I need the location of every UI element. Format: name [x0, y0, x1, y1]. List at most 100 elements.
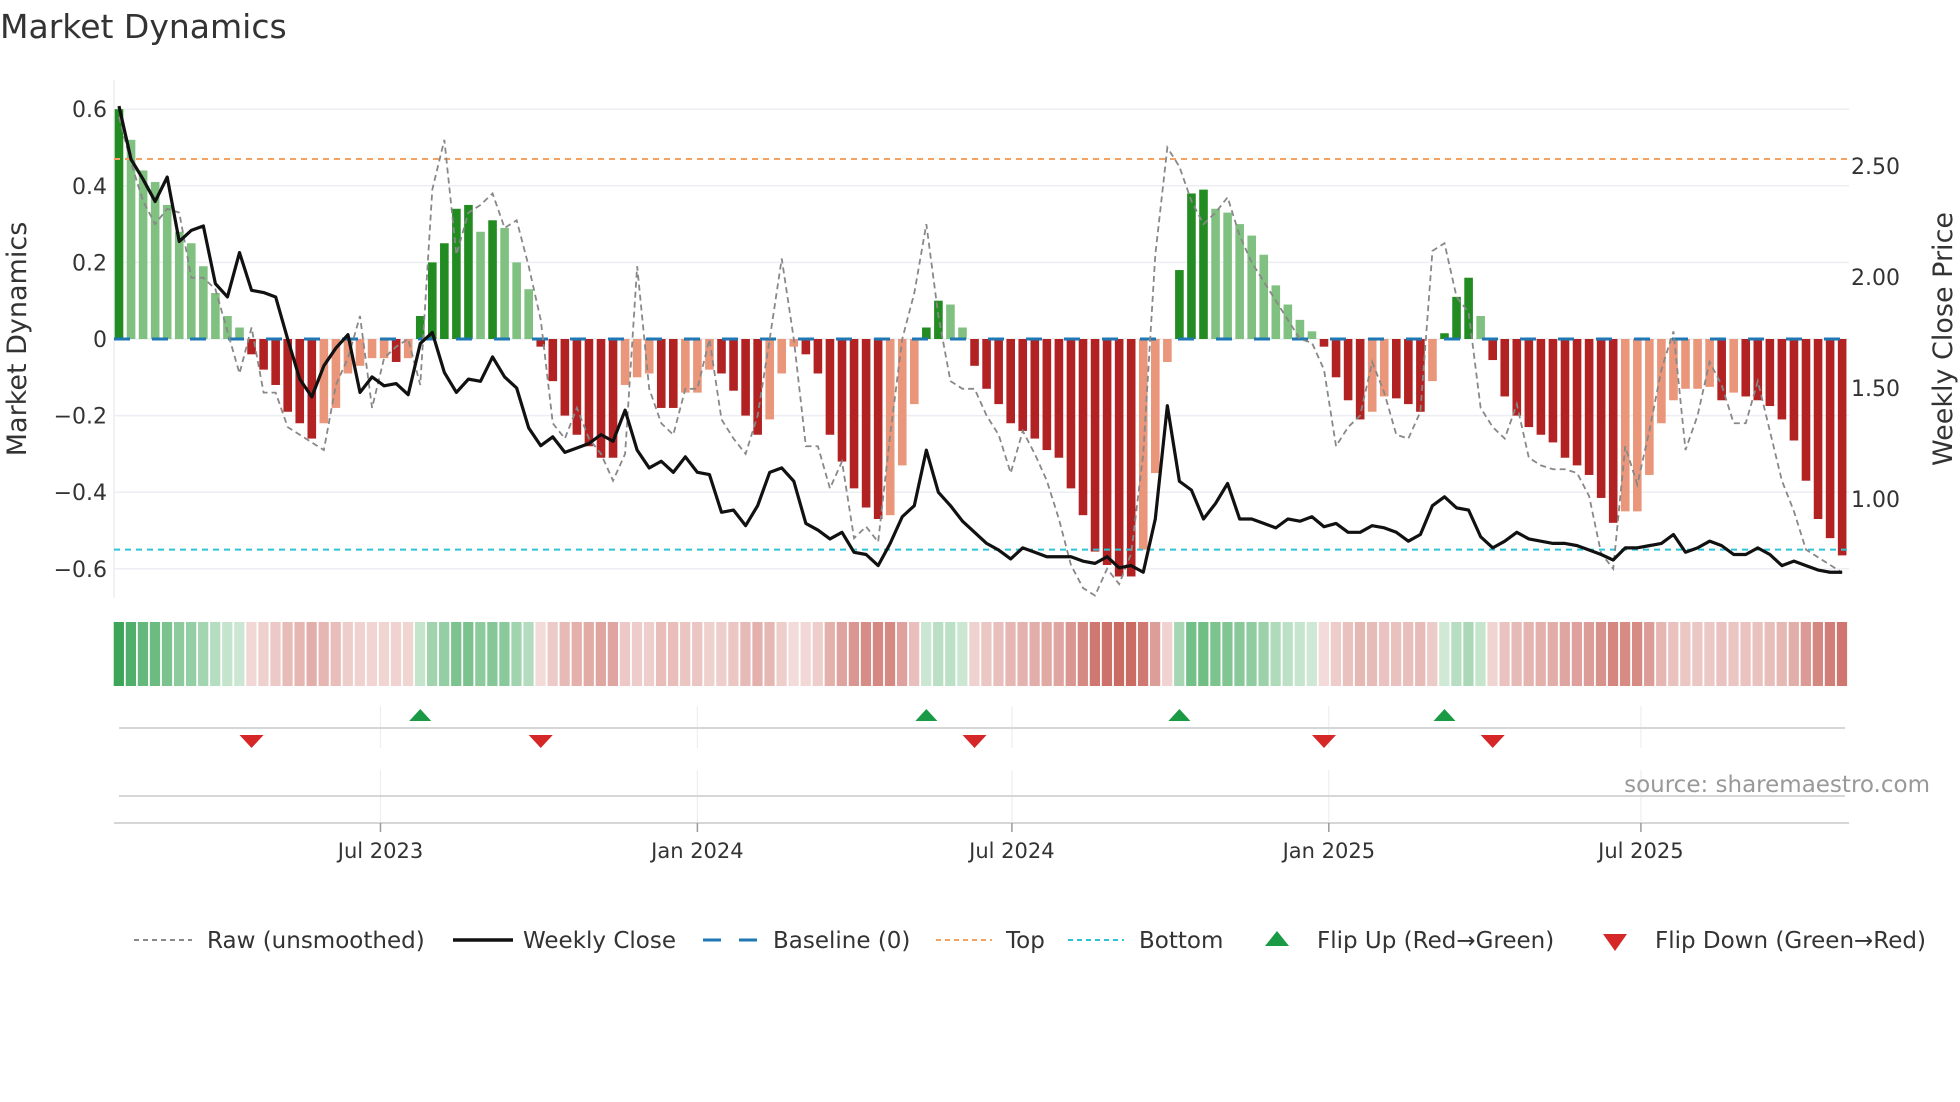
heatmap-cell [704, 622, 715, 686]
dynamics-bar [1488, 339, 1497, 361]
dynamics-bar [1392, 339, 1401, 399]
heatmap-cell [1354, 622, 1366, 686]
dynamics-bar [1560, 339, 1570, 458]
heatmap-cell [1607, 622, 1619, 686]
regime-heatmap-strip [113, 622, 1848, 686]
dynamics-bar [777, 339, 787, 374]
heatmap-cell [884, 622, 896, 686]
dynamics-bar [1042, 339, 1052, 451]
heatmap-cell [1017, 622, 1028, 686]
x-tick-label: Jan 2025 [1281, 839, 1376, 863]
dynamics-bar [681, 339, 690, 393]
heatmap-cell [1547, 622, 1558, 686]
y-right-tick-label: 2.50 [1851, 155, 1900, 180]
flip-up-marker [1168, 709, 1191, 721]
heatmap-cell [1583, 622, 1595, 686]
heatmap-cell [1162, 622, 1173, 686]
dynamics-bar [1247, 235, 1256, 339]
heatmap-cell [318, 622, 329, 686]
legend-flip-down-label: Flip Down (Green→Red) [1655, 928, 1926, 954]
dynamics-bar [1596, 339, 1606, 498]
heatmap-cell [1752, 622, 1763, 686]
heatmap-cell [1800, 622, 1811, 686]
heatmap-cell [1041, 622, 1052, 686]
dynamics-bar [1584, 339, 1594, 475]
dynamics-bar [1837, 339, 1847, 556]
dynamics-bar [1681, 339, 1690, 389]
y-tick-label: 0.6 [72, 98, 107, 123]
heatmap-cell [1595, 622, 1607, 686]
heatmap-cell [523, 622, 534, 686]
dynamics-bar [970, 339, 979, 366]
dynamics-bar [464, 204, 473, 339]
heatmap-cell [294, 622, 305, 686]
heatmap-cell [1776, 622, 1787, 686]
heatmap-cell [933, 622, 944, 686]
heatmap-cell [1186, 622, 1197, 686]
heatmap-cell [1451, 622, 1462, 686]
heatmap-cell [1137, 622, 1149, 686]
dynamics-bar [1645, 339, 1654, 475]
heatmap-cell [764, 622, 775, 686]
dynamics-bar [1223, 212, 1232, 339]
heatmap-cell [655, 622, 667, 686]
flip-down-marker [962, 735, 987, 748]
dynamics-bar [548, 339, 558, 382]
heatmap-cell [619, 622, 631, 686]
legend-baseline-label: Baseline (0) [773, 928, 910, 954]
dynamics-bar [873, 339, 883, 520]
dynamics-bar [1801, 339, 1811, 481]
heatmap-cell [1222, 622, 1233, 686]
dynamics-bar [1777, 339, 1787, 420]
heatmap-cell [1824, 622, 1836, 686]
heatmap-cell [631, 622, 643, 686]
x-tick-label: Jan 2024 [649, 839, 744, 863]
heatmap-cell [1728, 622, 1739, 686]
heatmap-cell [1812, 622, 1823, 686]
heatmap-cell [668, 622, 679, 686]
heatmap-cell [173, 622, 185, 686]
legend-raw-label: Raw (unsmoothed) [207, 928, 425, 954]
dynamics-bar [885, 339, 895, 516]
heatmap-cell [1053, 622, 1064, 686]
dynamics-bar [584, 339, 594, 447]
flip-up-marker [1433, 709, 1456, 721]
heatmap-cell [137, 622, 149, 686]
dynamics-bar [1319, 339, 1329, 347]
heatmap-cell [511, 622, 522, 686]
dynamics-bar [500, 227, 509, 339]
heatmap-cell [1234, 622, 1245, 686]
dynamics-bar [813, 339, 823, 374]
dynamics-bar [1138, 339, 1148, 550]
dynamics-bar [753, 339, 762, 435]
heatmap-cell [848, 622, 859, 686]
heatmap-cell [222, 622, 233, 686]
dynamics-bar [1211, 208, 1220, 339]
heatmap-cell [776, 622, 787, 686]
dynamics-bar [741, 339, 750, 416]
heatmap-cell [1342, 622, 1354, 686]
dynamics-bar [259, 339, 268, 370]
dynamics-bar [693, 339, 702, 393]
heatmap-cell [1029, 622, 1040, 686]
heatmap-cell [1463, 622, 1474, 686]
heatmap-cell [860, 622, 872, 686]
y-tick-label: 0.2 [72, 251, 107, 276]
heatmap-cell [1282, 622, 1293, 686]
dynamics-bar [632, 339, 642, 378]
heatmap-cell [1089, 622, 1100, 686]
y-tick-label: −0.2 [54, 405, 107, 430]
heatmap-cell [1174, 622, 1185, 686]
heatmap-cell [1764, 622, 1775, 686]
dynamics-bar [1765, 339, 1775, 407]
dynamics-bar [910, 339, 919, 405]
dynamics-bar [1018, 339, 1028, 431]
heatmap-cell [1644, 622, 1655, 686]
dynamics-bar [1789, 339, 1799, 441]
heatmap-cell [571, 622, 582, 686]
heatmap-cell [1366, 622, 1378, 686]
heatmap-cell [1523, 622, 1534, 686]
dynamics-bar [1163, 339, 1172, 362]
dynamics-bar [1548, 339, 1558, 443]
dynamics-bar [1693, 339, 1702, 389]
